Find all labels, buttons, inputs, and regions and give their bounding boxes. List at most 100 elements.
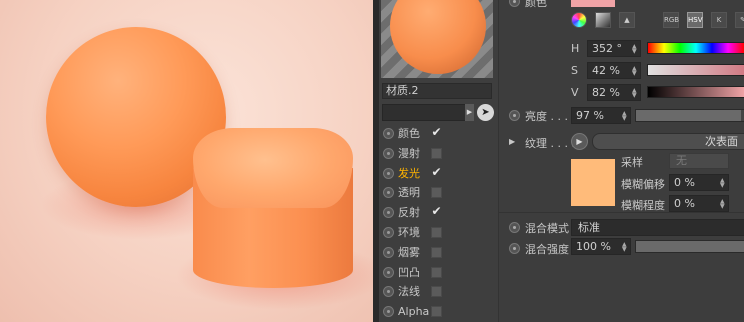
channel-checkbox[interactable] bbox=[431, 306, 442, 318]
v-field[interactable]: 82 % ▲ ▼ bbox=[587, 84, 641, 101]
blur-offset-field[interactable]: 0 % ▲ ▼ bbox=[669, 174, 729, 191]
channel-item[interactable]: 漫射 bbox=[379, 144, 498, 164]
material-preview[interactable] bbox=[381, 0, 493, 78]
channel-list: 颜色 ✔ 漫射 发光 ✔ 透明 反射 ✔ 环境 烟雾 凹凸 法线 Alpha bbox=[379, 124, 498, 322]
h-field[interactable]: 352 ° ▲ ▼ bbox=[587, 40, 641, 57]
channel-label[interactable]: 反射 bbox=[398, 203, 420, 223]
channel-item[interactable]: Alpha bbox=[379, 302, 498, 322]
channel-radio[interactable] bbox=[383, 286, 394, 298]
hsv-mode-button[interactable]: HSV bbox=[687, 12, 703, 28]
eyedropper-icon[interactable]: ✎ bbox=[735, 12, 744, 28]
sampling-label: 采样 bbox=[621, 156, 643, 169]
channel-checkbox[interactable] bbox=[431, 266, 442, 278]
render-viewport bbox=[0, 0, 373, 322]
image-icon[interactable]: ▲ bbox=[619, 12, 635, 28]
blend-mode-dropdown[interactable]: 标准 bbox=[571, 219, 744, 236]
channel-label[interactable]: 漫射 bbox=[398, 144, 420, 164]
cylinder-top bbox=[193, 128, 353, 208]
material-preview-sphere bbox=[390, 0, 486, 74]
channel-radio[interactable] bbox=[383, 306, 394, 318]
channel-label[interactable]: Alpha bbox=[398, 302, 429, 322]
blend-strength-label: 混合强度 bbox=[525, 243, 569, 256]
brightness-radio[interactable] bbox=[509, 110, 520, 121]
channel-item[interactable]: 环境 bbox=[379, 223, 498, 243]
sampling-dropdown[interactable]: 无 bbox=[669, 153, 729, 169]
texture-preview[interactable] bbox=[571, 159, 615, 206]
v-value: 82 % bbox=[592, 86, 620, 99]
channel-item[interactable]: 透明 bbox=[379, 183, 498, 203]
channel-item[interactable]: 法线 bbox=[379, 282, 498, 302]
orange-cylinder bbox=[193, 128, 353, 296]
pointer-picker-icon[interactable]: ➤ bbox=[477, 104, 494, 121]
channel-label[interactable]: 环境 bbox=[398, 223, 420, 243]
channel-radio[interactable] bbox=[383, 167, 394, 179]
brightness-field[interactable]: 97 % ▲ ▼ bbox=[571, 107, 631, 124]
channel-label[interactable]: 发光 bbox=[398, 164, 420, 184]
blend-mode-value: 标准 bbox=[578, 221, 600, 234]
spectrum-icon[interactable] bbox=[595, 12, 611, 28]
color-label: 颜色 bbox=[525, 0, 547, 9]
brightness-slider[interactable] bbox=[635, 109, 744, 122]
spinner-icon[interactable]: ▲ ▼ bbox=[622, 242, 628, 253]
spinner-icon[interactable]: ▲ ▼ bbox=[632, 44, 638, 55]
texture-shader-bar[interactable]: 次表面 bbox=[592, 133, 744, 150]
saturation-slider[interactable] bbox=[647, 64, 744, 76]
s-field[interactable]: 42 % ▲ ▼ bbox=[587, 62, 641, 79]
section-separator bbox=[499, 212, 744, 213]
arrow-right-icon[interactable]: ▶ bbox=[465, 104, 474, 121]
rgb-mode-button[interactable]: RGB bbox=[663, 12, 679, 28]
spinner-icon[interactable]: ▲ ▼ bbox=[720, 178, 726, 189]
material-link-field[interactable] bbox=[382, 104, 474, 121]
channel-radio[interactable] bbox=[383, 266, 394, 278]
color-wheel-icon[interactable] bbox=[571, 12, 587, 28]
channel-radio[interactable] bbox=[383, 147, 394, 159]
expand-arrow-icon[interactable]: ▶ bbox=[509, 137, 515, 146]
blend-strength-radio[interactable] bbox=[509, 243, 520, 254]
v-label: V bbox=[571, 86, 579, 99]
channel-label[interactable]: 透明 bbox=[398, 183, 420, 203]
kelvin-mode-button[interactable]: K bbox=[711, 12, 727, 28]
channel-item[interactable]: 烟雾 bbox=[379, 243, 498, 263]
blend-mode-label: 混合模式 bbox=[525, 222, 569, 235]
texture-menu-icon[interactable]: ▶ bbox=[571, 133, 588, 150]
blend-mode-radio[interactable] bbox=[509, 222, 520, 233]
channel-checkbox[interactable] bbox=[431, 246, 442, 258]
material-panel: 材质.2 ▶ ➤ 颜色 ✔ 漫射 发光 ✔ 透明 反射 ✔ 环境 烟雾 凹凸 法线 Alpha bbox=[379, 0, 498, 322]
spinner-icon[interactable]: ▲ ▼ bbox=[632, 88, 638, 99]
blur-scale-field[interactable]: 0 % ▲ ▼ bbox=[669, 195, 729, 212]
blend-strength-slider[interactable] bbox=[635, 240, 744, 253]
blur-offset-label: 模糊偏移 bbox=[621, 178, 665, 191]
channel-label[interactable]: 凹凸 bbox=[398, 263, 420, 283]
hue-slider[interactable] bbox=[647, 42, 744, 54]
value-slider[interactable] bbox=[647, 86, 744, 98]
channel-radio[interactable] bbox=[383, 128, 394, 139]
brightness-value: 97 % bbox=[576, 109, 604, 122]
channel-checkbox[interactable] bbox=[431, 147, 442, 159]
sampling-value: 无 bbox=[676, 154, 687, 167]
blend-strength-field[interactable]: 100 % ▲ ▼ bbox=[571, 238, 631, 255]
channel-label[interactable]: 法线 bbox=[398, 282, 420, 302]
channel-checkbox[interactable]: ✔ bbox=[431, 166, 442, 179]
channel-checkbox[interactable] bbox=[431, 286, 442, 298]
blur-offset-value: 0 % bbox=[674, 176, 695, 189]
channel-radio[interactable] bbox=[383, 246, 394, 258]
channel-radio[interactable] bbox=[383, 207, 394, 219]
channel-checkbox[interactable] bbox=[431, 187, 442, 199]
color-radio[interactable] bbox=[509, 0, 520, 7]
color-swatch[interactable] bbox=[571, 0, 615, 7]
channel-label[interactable]: 烟雾 bbox=[398, 243, 420, 263]
channel-item[interactable]: 反射 ✔ bbox=[379, 203, 498, 223]
channel-checkbox[interactable]: ✔ bbox=[431, 126, 442, 139]
channel-checkbox[interactable]: ✔ bbox=[431, 205, 442, 218]
spinner-icon[interactable]: ▲ ▼ bbox=[632, 66, 638, 77]
material-name-field[interactable]: 材质.2 bbox=[382, 83, 492, 99]
channel-radio[interactable] bbox=[383, 187, 394, 199]
channel-radio[interactable] bbox=[383, 226, 394, 238]
spinner-icon[interactable]: ▲ ▼ bbox=[720, 199, 726, 210]
spinner-icon[interactable]: ▲ ▼ bbox=[622, 111, 628, 122]
channel-item[interactable]: 凹凸 bbox=[379, 263, 498, 283]
channel-checkbox[interactable] bbox=[431, 226, 442, 238]
channel-label[interactable]: 颜色 bbox=[398, 124, 420, 144]
channel-item[interactable]: 颜色 ✔ bbox=[379, 124, 498, 144]
channel-item[interactable]: 发光 ✔ bbox=[379, 164, 498, 184]
